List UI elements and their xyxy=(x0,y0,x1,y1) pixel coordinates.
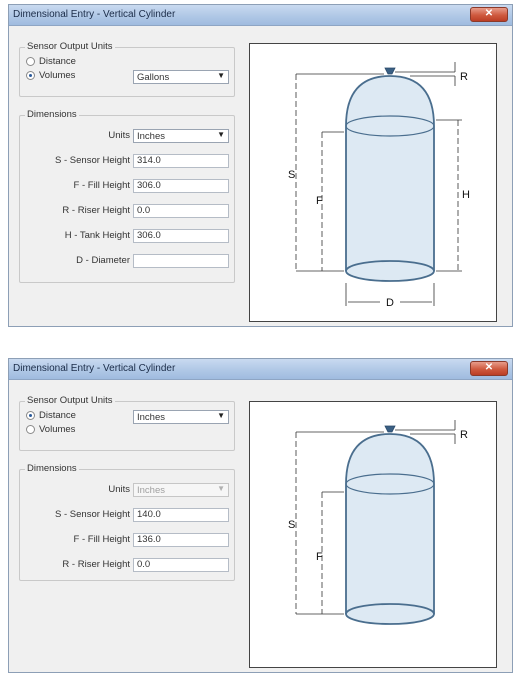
close-button[interactable]: ✕ xyxy=(470,361,508,376)
radio-indicator-checked xyxy=(26,71,35,80)
tank-height-input[interactable]: 306.0 xyxy=(133,229,229,243)
radio-indicator-checked xyxy=(26,411,35,420)
dimension-label-h: H xyxy=(462,189,470,201)
fill-height-label: F - Fill Height xyxy=(73,180,130,191)
close-button[interactable]: ✕ xyxy=(470,7,508,22)
close-icon: ✕ xyxy=(484,362,494,373)
radio-label: Distance xyxy=(39,56,76,67)
chevron-down-icon: ▼ xyxy=(217,411,225,420)
fill-height-label: F - Fill Height xyxy=(73,534,130,545)
chevron-down-icon: ▼ xyxy=(217,130,225,139)
dimension-label-f: F xyxy=(316,551,323,563)
group-legend: Dimensions xyxy=(25,109,79,120)
radio-distance[interactable]: Distance xyxy=(26,410,76,421)
radio-label: Volumes xyxy=(39,424,76,435)
distance-units-select[interactable]: Inches ▼ xyxy=(133,410,229,424)
select-value: Inches xyxy=(137,412,165,423)
sensor-height-label: S - Sensor Height xyxy=(55,509,130,520)
riser-height-input[interactable]: 0.0 xyxy=(133,204,229,218)
dimension-label-r: R xyxy=(460,71,468,83)
group-legend: Dimensions xyxy=(25,463,79,474)
tank-height-label: H - Tank Height xyxy=(64,230,130,241)
group-legend: Sensor Output Units xyxy=(25,41,115,52)
tank-diagram: R S F H D xyxy=(249,43,497,322)
radio-indicator xyxy=(26,57,35,66)
diameter-label: D - Diameter xyxy=(76,255,130,266)
riser-height-label: R - Riser Height xyxy=(62,559,130,570)
tank-bottom xyxy=(345,260,435,282)
select-value: Inches xyxy=(137,131,165,142)
radio-volumes[interactable]: Volumes xyxy=(26,424,75,435)
dimension-label-d: D xyxy=(386,297,394,309)
dimension-units-select[interactable]: Inches ▼ xyxy=(133,129,229,143)
vertical-cylinder-diagram: R S F H D xyxy=(288,62,470,309)
fill-height-input[interactable]: 306.0 xyxy=(133,179,229,193)
dimension-label-r: R xyxy=(460,429,468,441)
sensor-icon xyxy=(384,67,396,75)
riser-height-label: R - Riser Height xyxy=(62,205,130,216)
radio-label: Distance xyxy=(39,410,76,421)
units-label: Units xyxy=(108,484,130,495)
window-title: Dimensional Entry - Vertical Cylinder xyxy=(13,363,176,374)
title-bar[interactable]: Dimensional Entry - Vertical Cylinder ✕ xyxy=(9,359,512,380)
sensor-icon xyxy=(384,425,396,433)
sensor-height-label: S - Sensor Height xyxy=(55,155,130,166)
dimensions-group: Dimensions Units Inches ▼ S - Sensor Hei… xyxy=(19,109,235,283)
sensor-output-units-group: Sensor Output Units Distance Volumes Inc… xyxy=(19,395,235,451)
volume-units-select[interactable]: Gallons ▼ xyxy=(133,70,229,84)
dimension-label-f: F xyxy=(316,195,323,207)
title-bar[interactable]: Dimensional Entry - Vertical Cylinder ✕ xyxy=(9,5,512,26)
window-title: Dimensional Entry - Vertical Cylinder xyxy=(13,9,176,20)
dimensions-group: Dimensions Units Inches ▼ S - Sensor Hei… xyxy=(19,463,235,581)
select-value: Inches xyxy=(137,485,165,496)
chevron-down-icon: ▼ xyxy=(217,71,225,80)
radio-indicator xyxy=(26,425,35,434)
sensor-output-units-group: Sensor Output Units Distance Volumes Gal… xyxy=(19,41,235,97)
chevron-down-icon: ▼ xyxy=(217,484,225,493)
riser-height-input[interactable]: 0.0 xyxy=(133,558,229,572)
radio-volumes[interactable]: Volumes xyxy=(26,70,75,81)
radio-label: Volumes xyxy=(39,70,76,81)
tank-bottom xyxy=(345,603,435,625)
close-icon: ✕ xyxy=(484,8,494,19)
dimension-units-select-disabled: Inches ▼ xyxy=(133,483,229,497)
diameter-input[interactable] xyxy=(133,254,229,268)
tank-diagram: R S F xyxy=(249,401,497,668)
dialog-window-volumes: Dimensional Entry - Vertical Cylinder ✕ … xyxy=(8,4,513,327)
sensor-height-input[interactable]: 140.0 xyxy=(133,508,229,522)
units-label: Units xyxy=(108,130,130,141)
tank-body xyxy=(346,126,434,271)
tank-body xyxy=(346,484,434,614)
dimension-label-s: S xyxy=(288,169,295,181)
dimension-label-s: S xyxy=(288,519,295,531)
select-value: Gallons xyxy=(137,72,170,83)
sensor-height-input[interactable]: 314.0 xyxy=(133,154,229,168)
radio-distance[interactable]: Distance xyxy=(26,56,76,67)
group-legend: Sensor Output Units xyxy=(25,395,115,406)
fill-height-input[interactable]: 136.0 xyxy=(133,533,229,547)
dialog-window-distance: Dimensional Entry - Vertical Cylinder ✕ … xyxy=(8,358,513,673)
vertical-cylinder-diagram: R S F xyxy=(288,420,468,625)
